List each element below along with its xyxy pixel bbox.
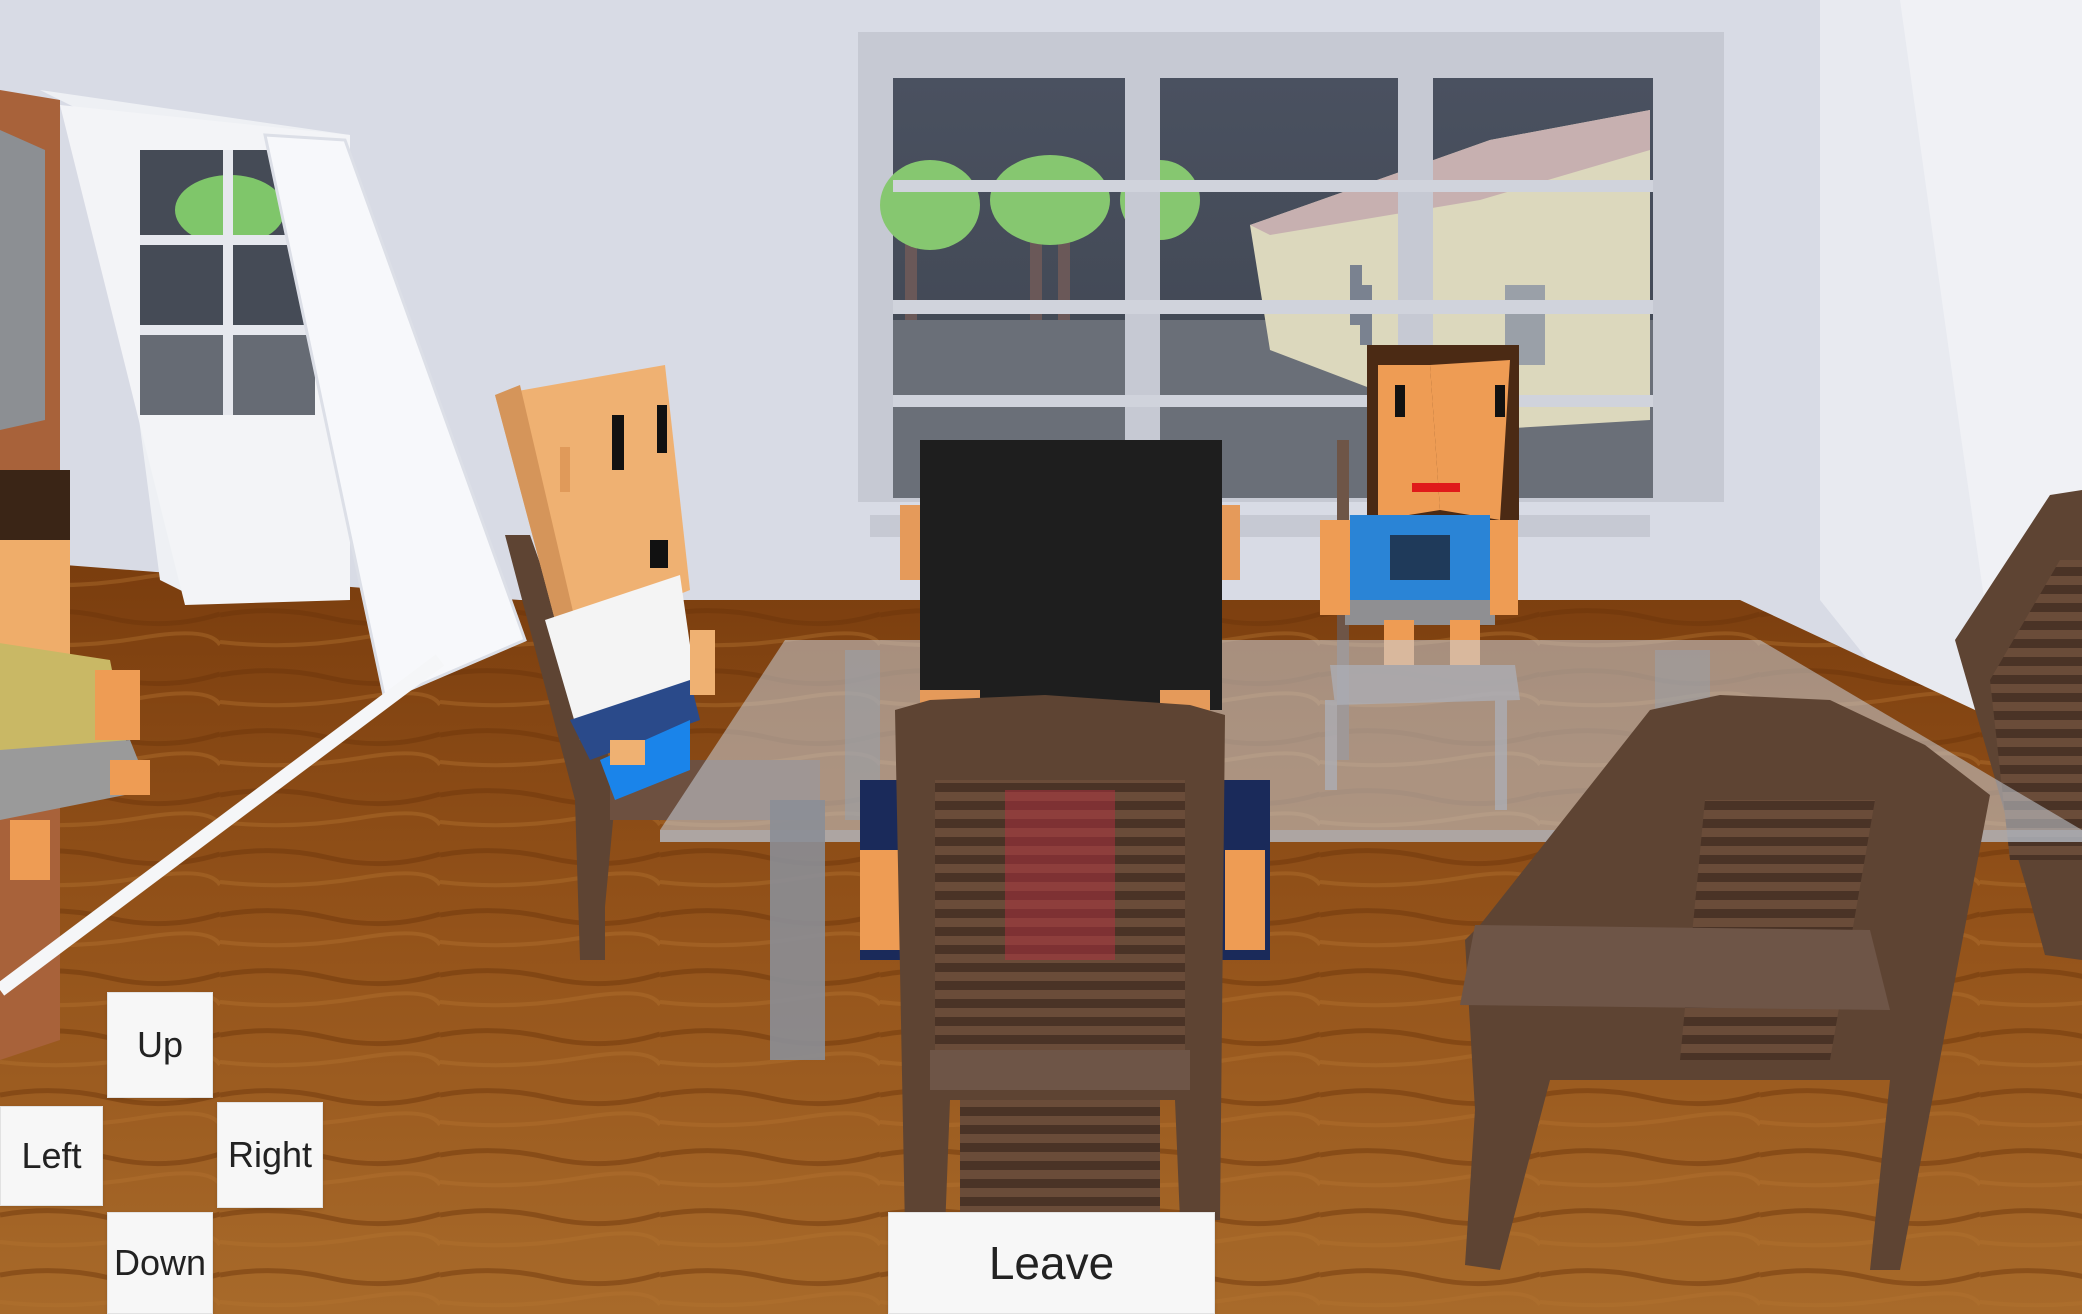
leave-button[interactable]: Leave bbox=[888, 1212, 1215, 1314]
game-viewport[interactable]: Up Left Right Down Leave bbox=[0, 0, 2082, 1314]
left-button[interactable]: Left bbox=[0, 1106, 103, 1206]
right-button[interactable]: Right bbox=[217, 1102, 323, 1208]
table-leg bbox=[770, 800, 825, 1060]
down-button[interactable]: Down bbox=[107, 1212, 213, 1314]
up-button[interactable]: Up bbox=[107, 992, 213, 1098]
